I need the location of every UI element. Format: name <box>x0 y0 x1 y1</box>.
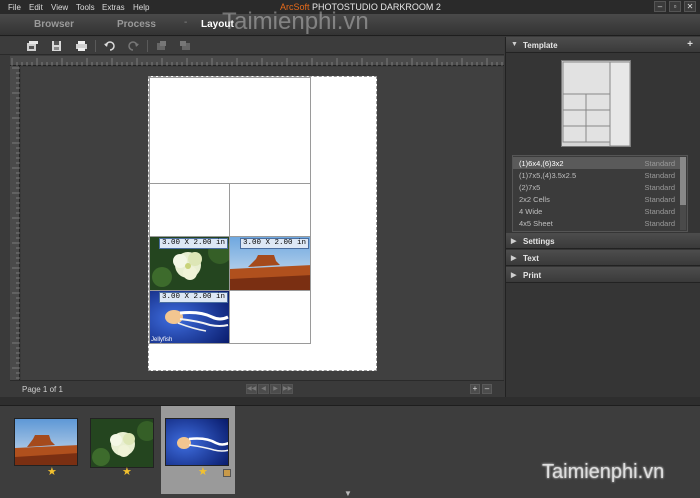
template-type: Standard <box>644 183 675 192</box>
thumbnail-desert[interactable] <box>14 418 78 466</box>
print-panel-header[interactable]: ▶ Print <box>506 267 700 283</box>
template-type: Standard <box>644 219 675 228</box>
settings-panel-title: Settings <box>523 237 555 246</box>
page-indicator: Page 1 of 1 <box>22 385 63 394</box>
first-page-button[interactable]: ◀◀ <box>246 384 257 394</box>
expand-arrow-icon: ▶ <box>511 238 517 245</box>
collapse-arrow-icon: ▼ <box>511 41 518 48</box>
settings-panel-header[interactable]: ▶ Settings <box>506 233 700 249</box>
template-name: 2x2 Cells <box>519 195 550 204</box>
page-navigator: ◀◀ ◀ ▶ ▶▶ <box>246 384 293 394</box>
filmstrip-item-selected[interactable]: ★ <box>161 406 235 494</box>
template-item[interactable]: (2)7x5 Standard <box>513 181 681 193</box>
canvas-footer: Page 1 of 1 ◀◀ ◀ ▶ ▶▶ + – <box>10 380 504 397</box>
filmstrip-item[interactable]: ★ <box>84 406 160 478</box>
right-panel: ▼ Template + (1)6x4,(6)3x2 Standard (1)7… <box>505 37 700 397</box>
app-window: File Edit View Tools Extras Help ArcSoft… <box>0 0 700 498</box>
menu-extras[interactable]: Extras <box>102 3 125 12</box>
rotate-left-icon[interactable] <box>155 40 168 52</box>
layout-cell-empty[interactable] <box>149 183 230 237</box>
zoom-controls: + – <box>470 384 492 394</box>
template-list-scrollbar[interactable] <box>680 157 686 230</box>
undo-icon[interactable] <box>103 40 116 52</box>
expand-arrow-icon: ▶ <box>511 255 517 262</box>
filmstrip-divider[interactable] <box>0 397 700 405</box>
tab-browser[interactable]: Browser <box>34 19 74 30</box>
add-page-button[interactable]: + <box>470 384 480 394</box>
edited-badge-icon <box>223 469 231 477</box>
minimize-button[interactable]: – <box>654 1 666 12</box>
collapse-filmstrip-icon[interactable]: ▼ <box>344 489 352 498</box>
template-item[interactable]: (1)7x5,(4)3.5x2.5 Standard <box>513 169 681 181</box>
remove-page-button[interactable]: – <box>482 384 492 394</box>
next-page-button[interactable]: ▶ <box>270 384 281 394</box>
toolbar-divider <box>95 40 96 52</box>
filmstrip-item[interactable]: ★ <box>8 406 86 478</box>
menu-file[interactable]: File <box>8 3 21 12</box>
layout-cell-empty[interactable] <box>229 290 311 344</box>
template-item[interactable]: 2x2 Cells Standard <box>513 193 681 205</box>
toolbar-divider <box>147 40 148 52</box>
tab-separator: - <box>184 17 188 28</box>
watermark-top: Taimienphi.vn <box>222 8 369 35</box>
template-panel-header[interactable]: ▼ Template + <box>506 37 700 53</box>
previous-page-button[interactable]: ◀ <box>258 384 269 394</box>
template-item[interactable]: (1)6x4,(6)3x2 Standard <box>513 157 681 169</box>
template-type: Standard <box>644 159 675 168</box>
horizontal-ruler <box>10 56 504 66</box>
template-item[interactable]: 4 Wide Standard <box>513 205 681 217</box>
template-list: (1)6x4,(6)3x2 Standard (1)7x5,(4)3.5x2.5… <box>512 155 688 232</box>
star-rating-icon[interactable]: ★ <box>198 465 208 478</box>
thumbnail-jellyfish[interactable] <box>165 418 229 466</box>
layout-cell-large[interactable] <box>149 77 311 184</box>
layout-cell-empty[interactable] <box>229 183 311 237</box>
save-icon[interactable] <box>50 40 63 52</box>
menu-edit[interactable]: Edit <box>29 3 43 12</box>
print-icon[interactable] <box>75 40 88 52</box>
last-page-button[interactable]: ▶▶ <box>282 384 293 394</box>
add-template-button[interactable]: + <box>687 39 693 50</box>
star-rating-icon[interactable]: ★ <box>122 465 132 478</box>
close-button[interactable]: ✕ <box>684 1 696 12</box>
print-panel-title: Print <box>523 271 542 280</box>
template-name: (1)6x4,(6)3x2 <box>519 159 564 168</box>
menu-view[interactable]: View <box>51 3 68 12</box>
rotate-right-icon[interactable] <box>179 40 192 52</box>
text-panel-header[interactable]: ▶ Text <box>506 250 700 266</box>
tab-process[interactable]: Process <box>117 19 156 30</box>
template-name: 4x5 Sheet <box>519 219 553 228</box>
layout-cell-jellyfish[interactable]: 3.00 X 2.00 in Jellyfish <box>149 290 230 344</box>
template-type: Standard <box>644 207 675 216</box>
template-type: Standard <box>644 171 675 180</box>
cell-size-label: 3.00 X 2.00 in <box>239 238 309 249</box>
template-panel-title: Template <box>523 41 558 50</box>
watermark: Taimienphi.vn <box>542 461 665 483</box>
redo-icon[interactable] <box>127 40 140 52</box>
toolbar <box>0 37 504 55</box>
text-panel-title: Text <box>523 254 539 263</box>
layout-cell-desert[interactable]: 3.00 X 2.00 in <box>229 236 311 291</box>
menu-tools[interactable]: Tools <box>76 3 95 12</box>
layout-page: 3.00 X 2.00 in 3.00 X 2.00 in 3.00 X 2.0… <box>148 76 377 371</box>
restore-button[interactable]: ▫ <box>669 1 681 12</box>
scrollbar-thumb[interactable] <box>680 157 686 205</box>
cell-size-label: 3.00 X 2.00 in <box>158 238 228 249</box>
cell-size-label: 3.00 X 2.00 in <box>158 292 228 303</box>
open-template-icon[interactable] <box>26 40 39 52</box>
thumbnail-flower[interactable] <box>90 418 154 468</box>
layout-cell-flower[interactable]: 3.00 X 2.00 in <box>149 236 230 291</box>
template-preview <box>561 60 631 147</box>
filmstrip: ★ ★ ★ <box>0 405 700 498</box>
cell-caption: Jellyfish <box>151 337 173 343</box>
template-name: (2)7x5 <box>519 183 541 192</box>
star-rating-icon[interactable]: ★ <box>47 465 57 478</box>
expand-arrow-icon: ▶ <box>511 272 517 279</box>
window-controls: – ▫ ✕ <box>654 1 696 12</box>
template-item[interactable]: 4x5 Sheet Standard <box>513 217 681 229</box>
menu-help[interactable]: Help <box>133 3 149 12</box>
template-name: 4 Wide <box>519 207 543 216</box>
template-type: Standard <box>644 195 675 204</box>
vertical-ruler <box>10 66 20 380</box>
template-name: (1)7x5,(4)3.5x2.5 <box>519 171 577 180</box>
